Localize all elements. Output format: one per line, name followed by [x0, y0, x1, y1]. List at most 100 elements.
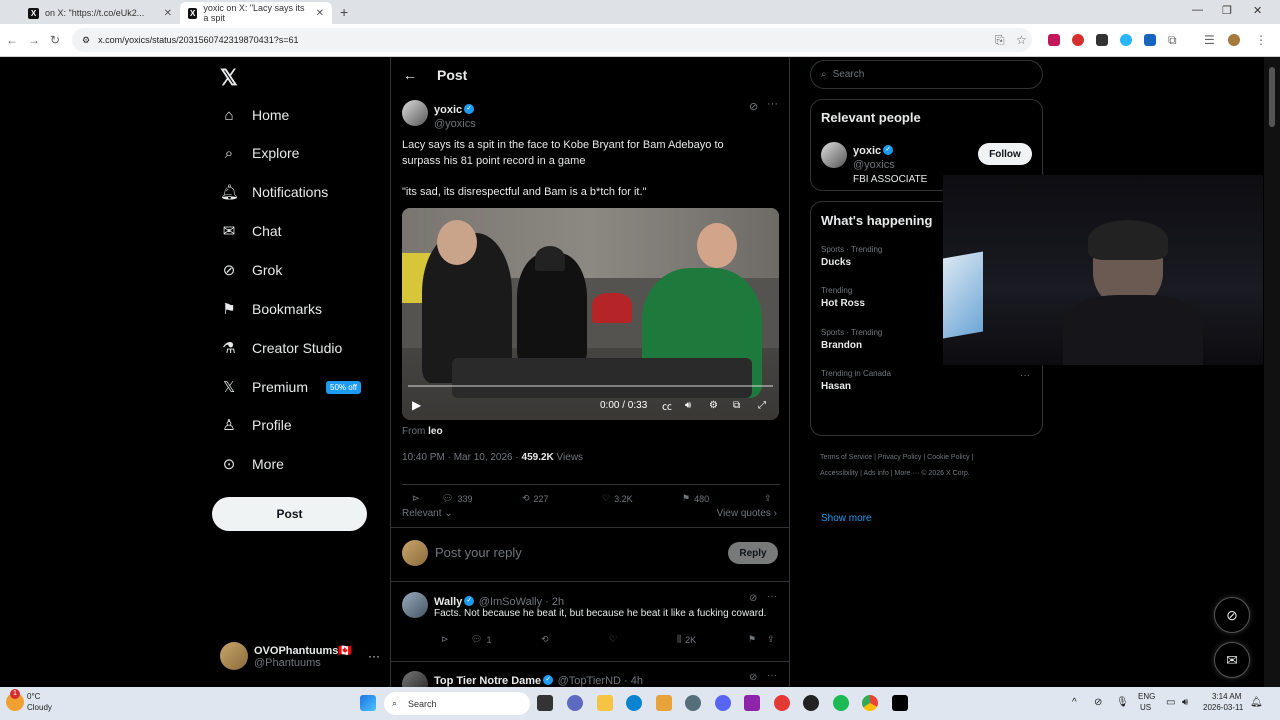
nzxt-icon[interactable] [744, 695, 760, 711]
trend-item[interactable]: Sports · Trending Brandon [821, 328, 882, 351]
grok-explain-icon[interactable]: ⊘ [749, 672, 757, 683]
sidebar-item-premium[interactable]: 𝕏 Premium 50% off [220, 375, 361, 399]
scrollbar-thumb[interactable] [1269, 67, 1275, 127]
install-icon[interactable]: ⎘ [995, 33, 1005, 48]
maximize-icon[interactable]: ❐ [1222, 4, 1232, 17]
bookmark-star-icon[interactable]: ☆ [1016, 33, 1027, 47]
repost-icon[interactable]: ⟲ [541, 634, 549, 645]
clock-time[interactable]: 3:14 AM [1212, 692, 1241, 701]
sidebar-item-profile[interactable]: ♙ Profile [220, 413, 291, 437]
app-icon[interactable] [774, 695, 790, 711]
back-icon[interactable]: ← [6, 33, 18, 47]
chevron-up-icon[interactable]: ^ [1072, 697, 1077, 708]
trend-item[interactable]: Trending in Canada Hasan [821, 369, 891, 392]
reply-author-handle[interactable]: @ImSoWally · 2h [479, 596, 564, 608]
messages-float-icon[interactable]: ✉ [1214, 642, 1250, 678]
sidebar-item-creator-studio[interactable]: ⚗ Creator Studio [220, 336, 342, 360]
avatar[interactable] [402, 671, 428, 687]
repost-action[interactable]: ⟲ 227 [522, 493, 549, 504]
new-tab-icon[interactable]: + [340, 4, 348, 20]
follow-button[interactable]: Follow [978, 143, 1032, 165]
reply-sort-dropdown[interactable]: Relevant ⌄ [402, 508, 453, 519]
more-dots-icon[interactable]: ··· [767, 98, 778, 110]
microphone-icon[interactable]: 🎙︎ [1116, 697, 1129, 708]
language-region[interactable]: US [1140, 703, 1151, 712]
edge-icon[interactable] [626, 695, 642, 711]
bookmark-icon[interactable]: ⚑ [748, 634, 756, 645]
author-name[interactable]: yoxic [434, 104, 462, 116]
clock-date[interactable]: 2026-03-11 [1203, 703, 1243, 712]
video-player[interactable]: ▶ 0:00 / 0:33 ㏄ 🔊︎ ⚙ ⧉ ⤢ [402, 208, 779, 420]
footer-link[interactable]: Privacy Policy [878, 454, 922, 461]
timestamp-text[interactable]: 10:40 PM · Mar 10, 2026 · [402, 452, 522, 463]
grok-explain-icon[interactable]: ⊘ [749, 593, 757, 604]
reply-tweet[interactable]: Top Tier Notre Dame ✓ @TopTierND · 4h ⊘ ·… [391, 669, 789, 687]
close-icon[interactable]: ✕ [316, 8, 324, 19]
more-dots-icon[interactable]: ··· [767, 591, 777, 602]
settings-icon[interactable] [685, 695, 701, 711]
sidebar-item-grok[interactable]: ⊘ Grok [220, 258, 283, 282]
extensions-puzzle-icon[interactable]: ⧉ [1168, 33, 1177, 48]
more-dots-icon[interactable]: ··· [767, 670, 777, 681]
extension-icon[interactable] [1048, 34, 1060, 46]
taskbar-search[interactable]: ⌕ Search [384, 692, 530, 715]
share-icon[interactable]: ⇪ [764, 493, 772, 504]
author-handle[interactable]: @yoxics [434, 118, 476, 130]
more-dots-icon[interactable]: ··· [1020, 370, 1030, 381]
video-progress-bar[interactable] [408, 385, 773, 387]
menu-kebab-icon[interactable]: ⋮ [1255, 33, 1267, 47]
browser-tab-active[interactable]: X yoxic on X: "Lacy says its a spit ✕ [180, 2, 332, 24]
tiktok-icon[interactable] [892, 695, 908, 711]
volume-icon[interactable]: 🔊︎ [685, 400, 691, 411]
views-action[interactable]: ⫼ 2K [677, 634, 696, 645]
spotify-icon[interactable] [833, 695, 849, 711]
reply-action[interactable]: 💬︎ 1 [471, 634, 491, 645]
grok-explain-icon[interactable]: ⊘ [749, 100, 758, 113]
extension-icon[interactable] [1072, 34, 1084, 46]
scrollbar[interactable] [1264, 57, 1280, 687]
tab-search-icon[interactable]: ☰ [1204, 33, 1215, 47]
sidebar-item-chat[interactable]: ✉ Chat [220, 219, 282, 243]
extension-icon[interactable] [1096, 34, 1108, 46]
play-icon[interactable]: ▶ [412, 398, 421, 412]
back-arrow-icon[interactable]: ← [403, 67, 417, 83]
person-name[interactable]: yoxic [853, 145, 881, 157]
account-switcher[interactable]: OVOPhantuums🇨🇦 @Phantuums ··· [220, 642, 380, 670]
profile-avatar[interactable] [1228, 34, 1240, 46]
sidebar-item-bookmarks[interactable]: ⚑ Bookmarks [220, 297, 322, 321]
reply-action[interactable]: 💬︎ 339 [442, 493, 472, 504]
task-view-icon[interactable] [537, 695, 553, 711]
site-info-icon[interactable]: ⚙ [82, 35, 90, 46]
network-off-icon[interactable]: ⊘ [1094, 697, 1102, 708]
trend-item[interactable]: Trending Hot Ross [821, 286, 865, 309]
reply-author-handle[interactable]: @TopTierND · 4h [558, 675, 643, 687]
tweet-author[interactable]: yoxic ✓ @yoxics [402, 100, 476, 130]
extension-icon[interactable] [1120, 34, 1132, 46]
view-quotes-link[interactable]: View quotes › [717, 508, 777, 519]
reply-input[interactable]: Post your reply [435, 545, 522, 560]
like-action[interactable]: ♡ 3.2K [602, 493, 633, 504]
reply-author-name[interactable]: Wally [434, 596, 462, 608]
reload-icon[interactable]: ↻ [50, 33, 60, 47]
address-bar[interactable]: ⚙ x.com/yoxics/status/203156074231987043… [72, 28, 1032, 52]
search-input[interactable]: ⌕ Search [810, 60, 1043, 89]
grok-play-icon[interactable]: ⊳ [412, 493, 420, 504]
footer-link[interactable]: More ··· [895, 470, 920, 477]
captions-icon[interactable]: ㏄ [662, 398, 672, 413]
reply-tweet[interactable]: Wally ✓ @ImSoWally · 2h ⊘ ··· Facts. Not … [391, 590, 789, 662]
extension-icon[interactable] [1144, 34, 1156, 46]
window-close-icon[interactable]: ✕ [1253, 4, 1262, 17]
discord-icon[interactable] [715, 695, 731, 711]
footer-link[interactable]: Accessibility [820, 470, 858, 477]
heart-icon[interactable]: ♡ [609, 634, 617, 645]
forward-icon[interactable]: → [28, 33, 40, 47]
grok-play-icon[interactable]: ⊳ [441, 634, 449, 645]
obs-icon[interactable] [803, 695, 819, 711]
notification-bell-icon[interactable]: 🔔︎ [1250, 697, 1263, 708]
pip-icon[interactable]: ⧉ [733, 400, 740, 411]
reply-button[interactable]: Reply [728, 542, 778, 564]
close-icon[interactable]: ✕ [164, 8, 172, 19]
reply-author-name[interactable]: Top Tier Notre Dame [434, 675, 541, 687]
x-logo-icon[interactable]: 𝕏 [220, 65, 238, 91]
footer-link[interactable]: Terms of Service [820, 454, 872, 461]
